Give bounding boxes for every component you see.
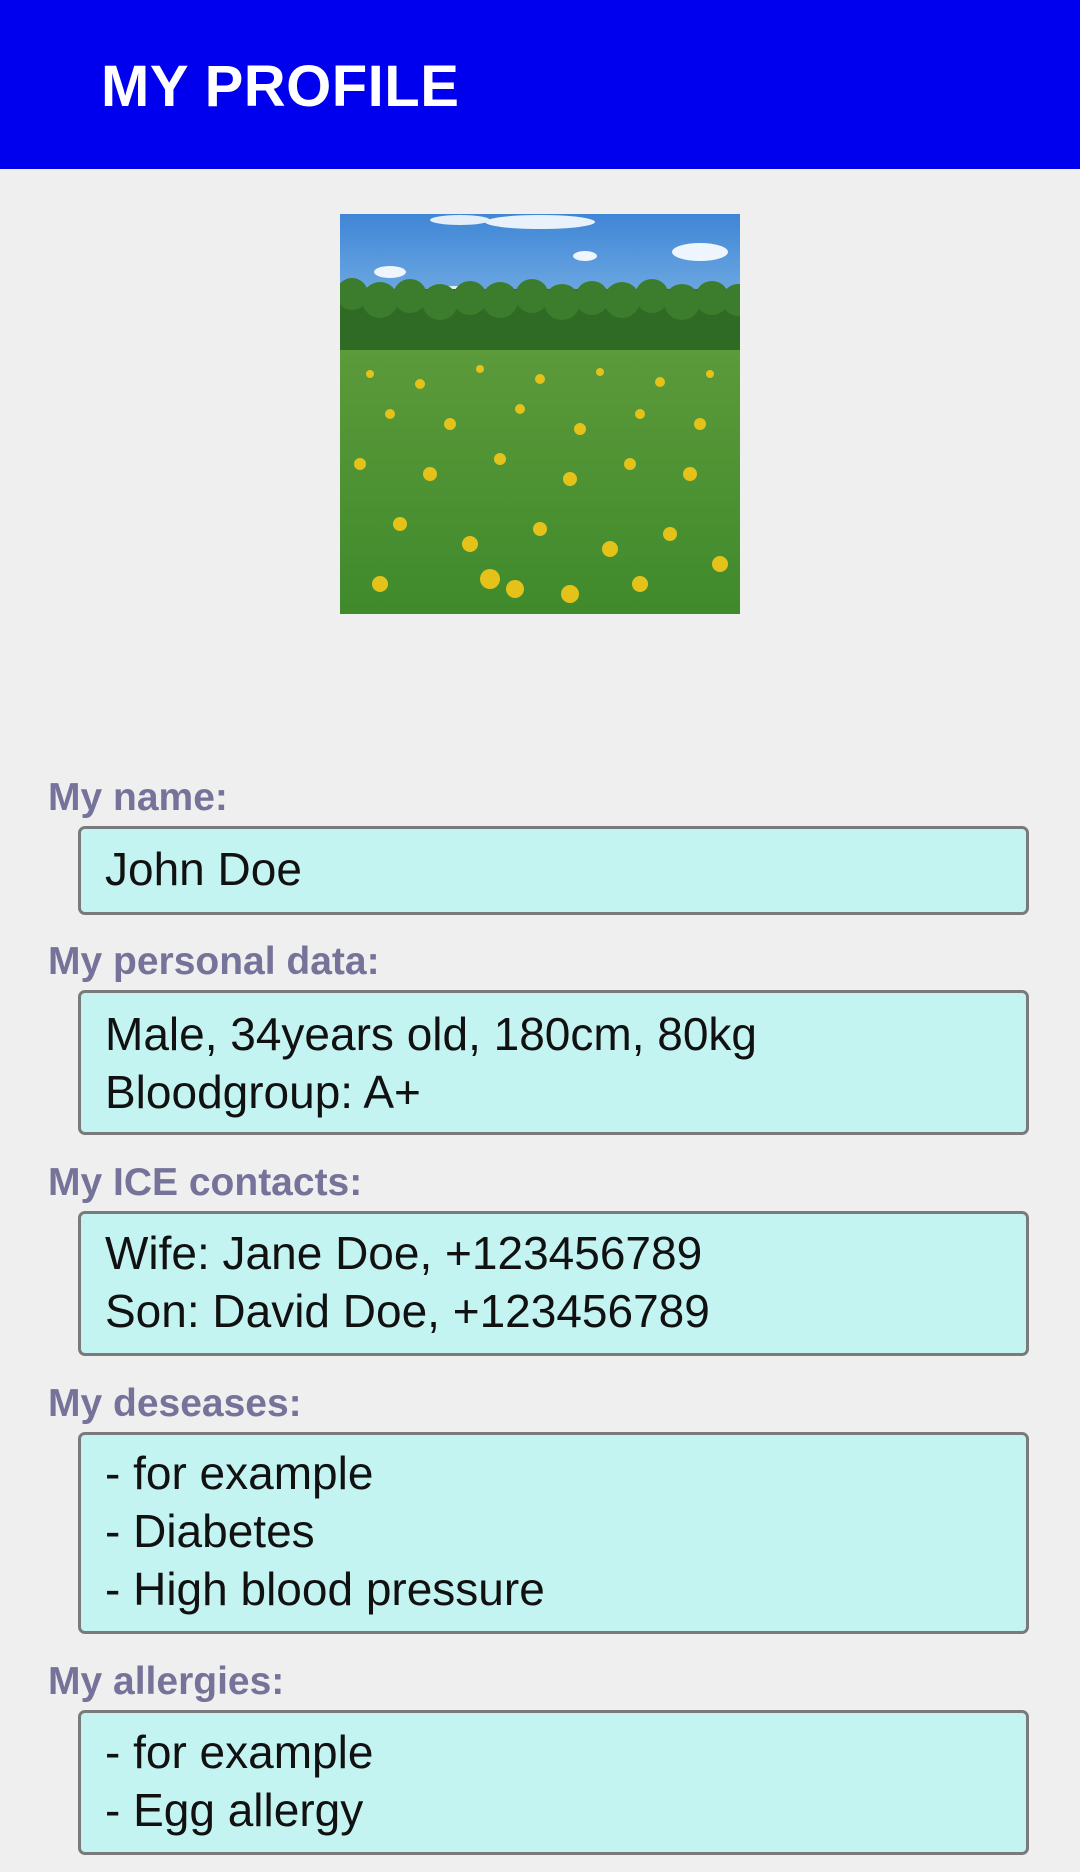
meadow-image <box>340 214 740 614</box>
personal-data-label: My personal data: <box>48 940 380 983</box>
ice-contacts-field[interactable]: Wife: Jane Doe, +123456789 Son: David Do… <box>78 1211 1029 1356</box>
allergies-label: My allergies: <box>48 1660 285 1703</box>
diseases-field[interactable]: - for example - Diabetes - High blood pr… <box>78 1432 1029 1634</box>
ice-contacts-label: My ICE contacts: <box>48 1161 363 1204</box>
name-label: My name: <box>48 776 228 819</box>
page-title: MY PROFILE <box>101 54 460 119</box>
diseases-label: My deseases: <box>48 1382 302 1425</box>
app-bar: MY PROFILE <box>0 0 1080 169</box>
personal-data-field[interactable]: Male, 34years old, 180cm, 80kg Bloodgrou… <box>78 990 1029 1135</box>
name-field[interactable]: John Doe <box>78 826 1029 915</box>
allergies-field[interactable]: - for example - Egg allergy <box>78 1710 1029 1855</box>
profile-photo[interactable] <box>340 214 740 614</box>
